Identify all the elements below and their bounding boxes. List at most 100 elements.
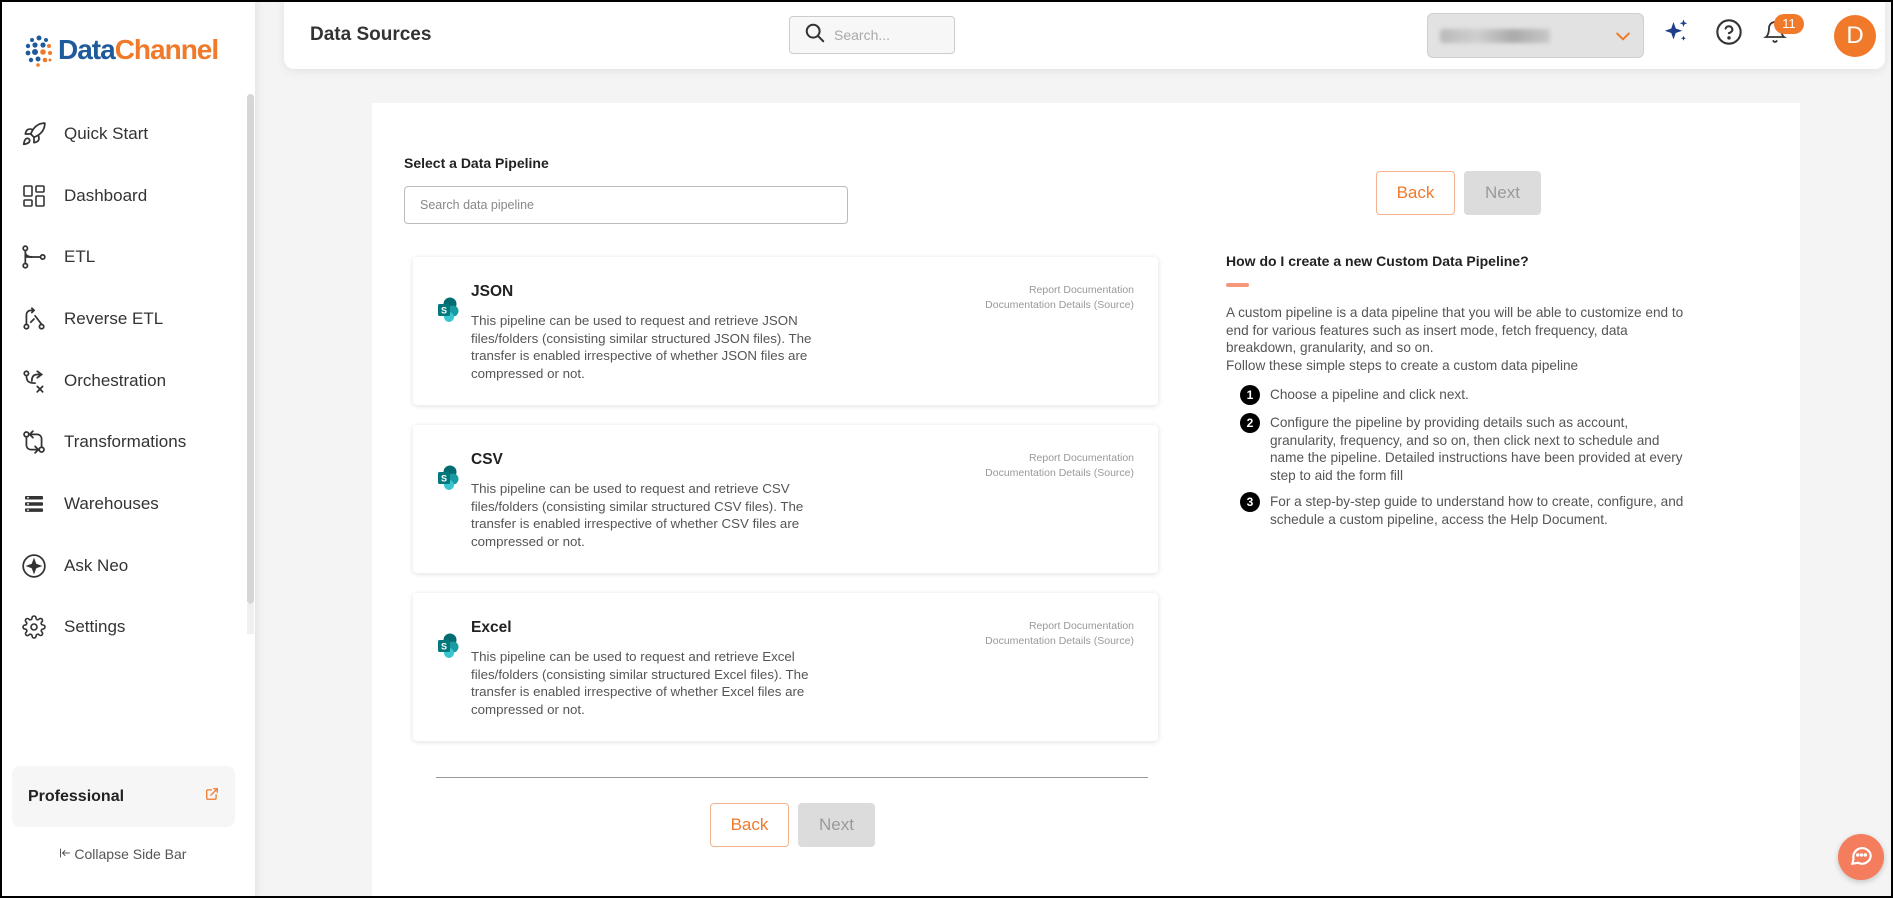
divider	[436, 777, 1148, 778]
help-intro-followup: Follow these simple steps to create a cu…	[1226, 357, 1579, 373]
collapse-icon	[59, 846, 75, 862]
pipeline-description: This pipeline can be used to request and…	[471, 649, 809, 717]
step-number: 2	[1240, 413, 1260, 433]
sidebar-item-ask-neo[interactable]: Ask Neo	[0, 535, 245, 597]
sidebar-item-label: Transformations	[64, 432, 187, 452]
pipeline-title: CSV	[471, 451, 503, 468]
documentation-details-link[interactable]: Documentation Details (Source)	[985, 298, 1134, 313]
sparkles-icon	[1661, 17, 1691, 52]
help-step: 1 Choose a pipeline and click next.	[1240, 385, 1696, 405]
plan-card[interactable]: Professional	[12, 766, 235, 827]
pipeline-title: JSON	[471, 283, 514, 300]
workspace-name-redacted	[1440, 28, 1550, 43]
chat-icon	[1848, 842, 1874, 873]
sparkle-icon	[20, 552, 48, 580]
search-input[interactable]	[834, 27, 944, 43]
reverse-etl-icon	[20, 305, 48, 333]
pipeline-description: This pipeline can be used to request and…	[471, 481, 804, 549]
documentation-details-link[interactable]: Documentation Details (Source)	[985, 466, 1134, 481]
pipeline-links: Report Documentation Documentation Detai…	[985, 451, 1134, 481]
back-button-top[interactable]: Back	[1376, 171, 1455, 215]
sidebar-item-etl[interactable]: ETL	[0, 226, 245, 288]
sidebar-item-reverse-etl[interactable]: Reverse ETL	[0, 288, 245, 350]
notification-count-badge: 11	[1774, 14, 1804, 34]
step-text: Configure the pipeline by providing deta…	[1270, 415, 1683, 483]
collapse-sidebar-button[interactable]: Collapse Side Bar	[0, 846, 245, 862]
logo-text-channel: Channel	[114, 34, 219, 65]
sidebar-item-dashboard[interactable]: Dashboard	[0, 165, 245, 227]
dashboard-icon	[20, 182, 48, 210]
sidebar-item-label: Reverse ETL	[64, 308, 164, 328]
help-intro: A custom pipeline is a data pipeline tha…	[1226, 304, 1696, 374]
pipeline-links: Report Documentation Documentation Detai…	[985, 283, 1134, 313]
avatar[interactable]: D	[1834, 15, 1876, 57]
sharepoint-icon: S	[437, 465, 459, 496]
etl-icon	[20, 243, 48, 271]
step-number: 1	[1240, 385, 1260, 405]
sidebar-item-transformations[interactable]: Transformations	[0, 411, 245, 473]
help-icon	[1715, 18, 1743, 51]
pipeline-card-json[interactable]: S JSON This pipeline can be used to requ…	[413, 257, 1158, 405]
sidebar-item-orchestration[interactable]: Orchestration	[0, 350, 245, 412]
logo-text-data: Data	[58, 34, 116, 65]
pipeline-card-excel[interactable]: S Excel This pipeline can be used to req…	[413, 593, 1158, 741]
next-button-bottom[interactable]: Next	[798, 803, 875, 847]
ai-sparkle-button[interactable]	[1660, 18, 1692, 50]
pipeline-card-csv[interactable]: S CSV This pipeline can be used to reque…	[413, 425, 1158, 573]
logo-icon	[22, 32, 54, 68]
step-text: Choose a pipeline and click next.	[1270, 387, 1469, 402]
report-documentation-link[interactable]: Report Documentation	[985, 619, 1134, 634]
svg-text:S: S	[441, 642, 447, 652]
sidebar-nav: Quick Start Dashboard ETL Reverse ETL Or…	[0, 103, 245, 658]
logo[interactable]: DataChannel	[22, 32, 219, 68]
pipeline-search-input[interactable]	[404, 186, 848, 224]
help-button[interactable]	[1713, 18, 1745, 50]
main-panel: Select a Data Pipeline Back Next S JSON …	[372, 103, 1800, 898]
documentation-details-link[interactable]: Documentation Details (Source)	[985, 634, 1134, 649]
sidebar-item-label: Warehouses	[64, 493, 159, 513]
help-panel: How do I create a new Custom Data Pipeli…	[1226, 253, 1696, 537]
help-intro-text: A custom pipeline is a data pipeline tha…	[1226, 305, 1684, 355]
warehouses-icon	[20, 490, 48, 518]
chat-support-button[interactable]	[1838, 834, 1884, 880]
plan-label: Professional	[28, 787, 125, 805]
workspace-selector[interactable]	[1427, 13, 1644, 58]
sidebar-item-label: ETL	[64, 247, 96, 267]
transformations-icon	[20, 428, 48, 456]
page-title: Data Sources	[310, 24, 432, 45]
report-documentation-link[interactable]: Report Documentation	[985, 283, 1134, 298]
next-button-top[interactable]: Next	[1464, 171, 1541, 215]
sidebar-item-label: Orchestration	[64, 370, 167, 390]
sidebar-item-quick-start[interactable]: Quick Start	[0, 103, 245, 165]
global-search[interactable]	[789, 16, 955, 54]
svg-text:S: S	[441, 306, 447, 316]
sidebar-scrollbar[interactable]	[247, 94, 254, 604]
sidebar-item-settings[interactable]: Settings	[0, 597, 245, 659]
step-text: For a step-by-step guide to understand h…	[1270, 494, 1684, 527]
report-documentation-link[interactable]: Report Documentation	[985, 451, 1134, 466]
sidebar-item-label: Settings	[64, 617, 126, 637]
rocket-icon	[20, 120, 48, 148]
chevron-down-icon	[1613, 26, 1633, 51]
sharepoint-icon: S	[437, 633, 459, 664]
pipeline-links: Report Documentation Documentation Detai…	[985, 619, 1134, 649]
help-title: How do I create a new Custom Data Pipeli…	[1226, 253, 1529, 269]
search-icon	[804, 22, 826, 49]
collapse-label: Collapse Side Bar	[74, 846, 187, 862]
sidebar-item-label: Dashboard	[64, 185, 148, 205]
gear-icon	[20, 613, 48, 641]
orchestration-icon	[20, 367, 48, 395]
sidebar-item-label: Quick Start	[64, 123, 149, 143]
external-link-icon[interactable]	[205, 787, 219, 806]
sharepoint-icon: S	[437, 297, 459, 328]
help-accent-bar	[1226, 283, 1249, 287]
help-step: 2 Configure the pipeline by providing de…	[1240, 413, 1696, 484]
sidebar: DataChannel Quick Start Dashboard ETL Re…	[0, 0, 255, 898]
step-number: 3	[1240, 492, 1260, 512]
svg-text:S: S	[441, 474, 447, 484]
help-step: 3 For a step-by-step guide to understand…	[1240, 492, 1696, 528]
section-label: Select a Data Pipeline	[404, 155, 549, 171]
sidebar-item-warehouses[interactable]: Warehouses	[0, 473, 245, 535]
top-header: Data Sources 11 D	[284, 0, 1885, 69]
back-button-bottom[interactable]: Back	[710, 803, 789, 847]
